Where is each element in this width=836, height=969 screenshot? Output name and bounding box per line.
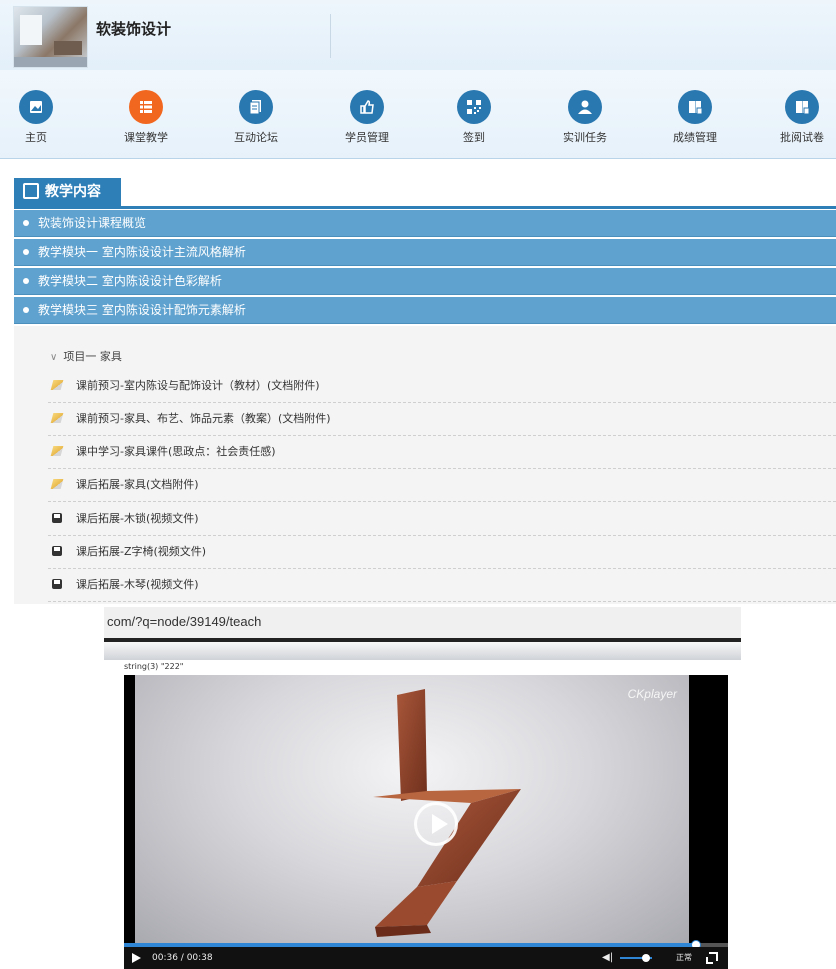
player-brand: CKplayer <box>627 687 677 701</box>
resource-label: 课后拓展-家具(文档附件) <box>76 478 199 491</box>
nav-item-forum[interactable]: 互动论坛 <box>211 90 301 145</box>
module-label: 软装饰设计课程概览 <box>38 216 147 230</box>
zig-zag-chair-image <box>373 689 521 937</box>
nav-item-grades[interactable]: 成绩管理 <box>650 90 740 145</box>
edit-icon <box>23 183 39 199</box>
nav-label: 学员管理 <box>345 131 389 144</box>
section-title-text: 教学内容 <box>45 184 101 200</box>
section-underline <box>14 206 836 209</box>
module-label: 教学模块三 室内陈设设计配饰元素解析 <box>38 303 246 317</box>
main-nav: 主页 课堂教学 互动论坛 学员管理 签到 实训任务 成绩管理 批阅试卷 <box>0 70 836 159</box>
pencil-icon <box>50 380 64 390</box>
module-row[interactable]: 教学模块二 室内陈设设计色彩解析 <box>14 268 836 295</box>
nav-label: 批阅试卷 <box>780 131 824 144</box>
browser-toolbar <box>104 642 741 660</box>
volume-slider[interactable] <box>620 954 652 962</box>
nav-item-review-exam[interactable]: 批阅试卷 <box>757 90 836 145</box>
resource-item[interactable]: 课后拓展-Z字椅(视频文件) <box>48 536 836 569</box>
list-icon <box>129 90 163 124</box>
module-row[interactable]: 软装饰设计课程概览 <box>14 210 836 237</box>
project-header[interactable]: ∨ 项目一 家具 <box>50 348 122 364</box>
pencil-icon <box>50 479 64 489</box>
nav-label: 签到 <box>463 131 485 144</box>
fullscreen-icon[interactable] <box>706 952 718 964</box>
nav-label: 互动论坛 <box>234 131 278 144</box>
address-bar[interactable]: com/?q=node/39149/teach <box>104 607 741 639</box>
resource-item[interactable]: 课后拓展-家具(文档附件) <box>48 469 836 502</box>
nav-label: 成绩管理 <box>673 131 717 144</box>
resource-label: 课后拓展-木锁(视频文件) <box>76 512 199 525</box>
resource-label: 课前预习-室内陈设与配饰设计（教材）(文档附件) <box>76 379 320 392</box>
resource-item[interactable]: 课后拓展-木锁(视频文件) <box>48 503 836 536</box>
header-divider <box>330 14 331 58</box>
module-label: 教学模块二 室内陈设设计色彩解析 <box>38 274 222 288</box>
qrcode-icon <box>457 90 491 124</box>
player-controls: 00:36 / 00:38 ◀| 正常 <box>124 947 728 969</box>
speed-button[interactable]: 正常 <box>676 947 692 969</box>
volume-icon[interactable]: ◀| <box>602 947 613 969</box>
section-title: 教学内容 <box>14 178 121 206</box>
video-frame[interactable]: CKplayer <box>135 675 689 943</box>
resource-label: 课中学习-家具课件(思政点：社会责任感) <box>76 445 276 458</box>
bullet-icon <box>23 220 29 226</box>
nav-label: 主页 <box>25 131 47 144</box>
play-overlay-button[interactable] <box>414 802 458 846</box>
debug-output: string(3) "222" <box>124 662 184 671</box>
course-title: 软装饰设计 <box>96 20 172 38</box>
nav-label: 课堂教学 <box>124 131 168 144</box>
module-row[interactable]: 教学模块一 室内陈设设计主流风格解析 <box>14 239 836 266</box>
nav-label: 实训任务 <box>563 131 607 144</box>
nav-item-classroom[interactable]: 课堂教学 <box>101 90 191 145</box>
book-icon <box>678 90 712 124</box>
document-icon <box>239 90 273 124</box>
resource-label: 课后拓展-Z字椅(视频文件) <box>76 545 207 558</box>
resource-label: 课后拓展-木琴(视频文件) <box>76 578 199 591</box>
video-file-icon <box>52 546 62 556</box>
pencil-icon <box>50 413 64 423</box>
play-icon[interactable] <box>132 953 141 963</box>
video-player[interactable]: CKplayer 00:36 / 00:38 ◀| 正常 <box>124 675 728 969</box>
pencil-icon <box>50 446 64 456</box>
chevron-down-icon: ∨ <box>50 352 58 363</box>
project-title: 项目一 家具 <box>63 350 122 363</box>
thumbs-up-icon <box>350 90 384 124</box>
nav-item-training[interactable]: 实训任务 <box>540 90 630 145</box>
bullet-icon <box>23 307 29 313</box>
resource-label: 课前预习-家具、布艺、饰品元素（教案）(文档附件) <box>76 412 331 425</box>
resource-item[interactable]: 课后拓展-木琴(视频文件) <box>48 569 836 602</box>
nav-item-students[interactable]: 学员管理 <box>322 90 412 145</box>
volume-handle[interactable] <box>641 954 650 962</box>
bullet-icon <box>23 249 29 255</box>
resource-item[interactable]: 课前预习-家具、布艺、饰品元素（教案）(文档附件) <box>48 403 836 436</box>
time-display: 00:36 / 00:38 <box>152 953 213 963</box>
resource-item[interactable]: 课前预习-室内陈设与配饰设计（教材）(文档附件) <box>48 370 836 403</box>
video-file-icon <box>52 513 62 523</box>
course-header: 软装饰设计 <box>0 0 836 70</box>
bullet-icon <box>23 278 29 284</box>
image-icon <box>19 90 53 124</box>
book-icon <box>785 90 819 124</box>
resource-item[interactable]: 课中学习-家具课件(思政点：社会责任感) <box>48 436 836 469</box>
module-label: 教学模块一 室内陈设设计主流风格解析 <box>38 245 246 259</box>
user-icon <box>568 90 602 124</box>
module-row[interactable]: 教学模块三 室内陈设设计配饰元素解析 <box>14 297 836 324</box>
nav-item-home[interactable]: 主页 <box>0 90 81 145</box>
video-file-icon <box>52 579 62 589</box>
nav-item-checkin[interactable]: 签到 <box>429 90 519 145</box>
course-thumbnail <box>13 6 88 68</box>
